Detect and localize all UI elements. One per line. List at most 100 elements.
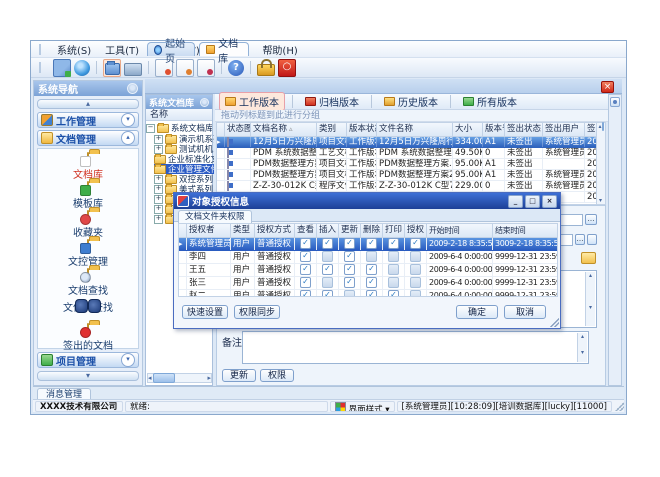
perm-update-checkbox[interactable] [344, 277, 355, 288]
open-folder-icon[interactable] [105, 63, 120, 75]
minimize-icon[interactable]: _ [508, 195, 523, 208]
perm-insert-checkbox[interactable] [322, 290, 333, 297]
pin-icon[interactable] [200, 98, 209, 107]
history-version-button[interactable]: 历史版本 [379, 93, 443, 110]
vertical-scrollbar[interactable]: ▴▾ [585, 272, 595, 326]
perm-view-checkbox[interactable] [300, 264, 311, 275]
col-file-name[interactable]: 文件名称 [377, 123, 453, 136]
lock-icon[interactable] [257, 64, 275, 76]
drive-icon[interactable] [124, 63, 142, 76]
pin-icon[interactable] [127, 83, 138, 94]
permission-row[interactable]: 张三 用户 普通授权 2009-6-4 0:00:00 9999-12-31 2… [179, 277, 557, 290]
perm-print-checkbox[interactable] [388, 277, 399, 288]
table-row[interactable]: PDM 系统数据整理检... 工艺文档 工作版本 PDM 系统数据整理... 4… [217, 148, 596, 159]
expand-icon[interactable]: + [154, 135, 163, 144]
scroll-right-icon[interactable]: ▸ [207, 374, 211, 382]
cancel-button[interactable]: 取消 [504, 305, 546, 319]
resize-grip[interactable] [614, 401, 624, 411]
permission-row[interactable]: 李四 用户 普通授权 2009-6-4 0:00:00 9999-12-31 2… [179, 251, 557, 264]
perm-grant-checkbox[interactable] [410, 277, 421, 288]
tab-folder-permissions[interactable]: 文档文件夹权限 [178, 210, 252, 223]
remark-textarea[interactable]: ▴▾ [242, 331, 589, 364]
expand-icon[interactable]: + [154, 175, 163, 184]
perm-delete-checkbox[interactable] [366, 277, 377, 288]
tree-root-node[interactable]: −系统文档库 [146, 123, 212, 133]
expand-icon[interactable]: + [154, 145, 163, 154]
permission-sync-button[interactable]: 权限同步 [234, 305, 280, 319]
permission-row[interactable]: 赵二 用户 普通授权 2009-6-4 0:00:00 9999-12-31 2… [179, 290, 557, 297]
permission-row[interactable]: 王五 用户 普通授权 2009-6-4 0:00:00 9999-12-31 2… [179, 264, 557, 277]
perm-view-checkbox[interactable] [300, 251, 311, 262]
sidebar-item-template-library[interactable]: 模板库 [38, 182, 138, 210]
expand-icon[interactable]: + [154, 205, 163, 214]
col-checkout-user[interactable]: 签出用户 [543, 123, 585, 136]
exit-icon[interactable] [278, 59, 296, 77]
perm-grant-checkbox[interactable] [410, 290, 421, 297]
sidebar-group-project[interactable]: 项目管理 ▾ [37, 352, 139, 368]
table-row[interactable]: PDM数据整理方案.doc 项目文档 工作版本 PDM数据整理方案.doc 95… [217, 159, 596, 170]
menu-system[interactable]: 系统(S) [50, 41, 98, 58]
col-mode[interactable]: 授权方式 [255, 224, 295, 237]
chevron-up-icon[interactable]: ▴ [121, 131, 135, 145]
scroll-left-icon[interactable]: ◂ [148, 374, 152, 382]
horizontal-scrollbar[interactable]: ◂▸ [147, 373, 212, 383]
perm-update-checkbox[interactable] [344, 238, 355, 249]
ellipsis-button[interactable]: … [585, 214, 597, 225]
sidebar-group-doc[interactable]: 文档管理 ▴ [37, 130, 139, 146]
perm-grant-checkbox[interactable] [410, 251, 421, 262]
perm-print-checkbox[interactable] [388, 238, 399, 249]
work-version-button[interactable]: 工作版本 [219, 92, 285, 111]
col-delete[interactable]: 删除 [361, 224, 383, 237]
table-row[interactable]: Z-Z-30-012K C型70... 程序文件 工作版本 Z-Z-30-012… [217, 181, 596, 192]
perm-print-checkbox[interactable] [388, 251, 399, 262]
ui-style-selector[interactable]: 界面样式 ▾ [330, 401, 395, 412]
archive-version-button[interactable]: 归档版本 [300, 93, 364, 110]
tree-column-header[interactable]: 名称 [146, 109, 212, 121]
col-size[interactable]: 大小 [453, 123, 483, 136]
scrollbar-thumb[interactable] [153, 373, 175, 383]
tab-start-page[interactable]: 起始页 [147, 42, 195, 56]
col-checkout-state[interactable]: 签出状态 [505, 123, 543, 136]
all-versions-button[interactable]: 所有版本 [458, 93, 522, 110]
col-version-state[interactable]: 版本状态 [347, 123, 377, 136]
perm-update-checkbox[interactable] [344, 251, 355, 262]
col-grantee[interactable]: 授权者 [187, 224, 231, 237]
tab-doc-library[interactable]: 文档库 [199, 42, 249, 56]
quick-settings-button[interactable]: 快速设置 [182, 305, 228, 319]
ellipsis-button[interactable]: … [575, 234, 585, 245]
permission-button[interactable]: 权限 [260, 369, 294, 382]
sidebar-item-doc-search[interactable]: 文档查找 [38, 269, 138, 297]
perm-delete-checkbox[interactable] [366, 290, 377, 297]
group-by-bar[interactable]: 拖动列标题到此进行分组 [215, 110, 622, 122]
col-status-icon[interactable]: 状态图 [225, 123, 251, 136]
open-folder-button[interactable] [581, 252, 596, 264]
perm-insert-checkbox[interactable] [322, 251, 333, 262]
perm-grant-checkbox[interactable] [410, 264, 421, 275]
perm-delete-checkbox[interactable] [366, 264, 377, 275]
perm-insert-checkbox[interactable] [322, 238, 333, 249]
update-button[interactable]: 更新 [222, 369, 256, 382]
resize-grip[interactable] [549, 317, 559, 327]
col-print[interactable]: 打印 [383, 224, 405, 237]
perm-delete-checkbox[interactable] [366, 238, 377, 249]
sidebar-item-doc-library[interactable]: 文档库 [38, 153, 138, 181]
perm-grant-checkbox[interactable] [410, 238, 421, 249]
perm-view-checkbox[interactable] [300, 238, 311, 249]
sidebar-item-doc-control[interactable]: 文控管理 [38, 240, 138, 268]
perm-view-checkbox[interactable] [300, 290, 311, 297]
expand-icon[interactable]: + [154, 195, 163, 204]
col-type[interactable]: 类型 [231, 224, 255, 237]
small-button[interactable] [587, 234, 597, 245]
sidebar-item-favorites[interactable]: 收藏夹 [38, 211, 138, 239]
col-end-time[interactable]: 结束时间 [493, 224, 558, 237]
perm-view-checkbox[interactable] [300, 277, 311, 288]
perm-insert-checkbox[interactable] [322, 264, 333, 275]
sidebar-item-folder-search[interactable]: 文件夹查找 [38, 297, 138, 314]
pin-panel-button[interactable] [610, 97, 620, 107]
expand-icon[interactable]: + [154, 185, 163, 194]
dialog-title-bar[interactable]: 对象授权信息 _ □ × [174, 193, 560, 209]
menu-tools[interactable]: 工具(T) [98, 41, 146, 58]
sidebar-collapse-button[interactable]: ▴ [37, 99, 139, 109]
sidebar-more-button[interactable]: ▾ [37, 371, 139, 381]
table-row[interactable]: 12月5日万兴隆周行... 项目文档 工作版本 12月5日万兴隆周行... 33… [217, 137, 596, 148]
